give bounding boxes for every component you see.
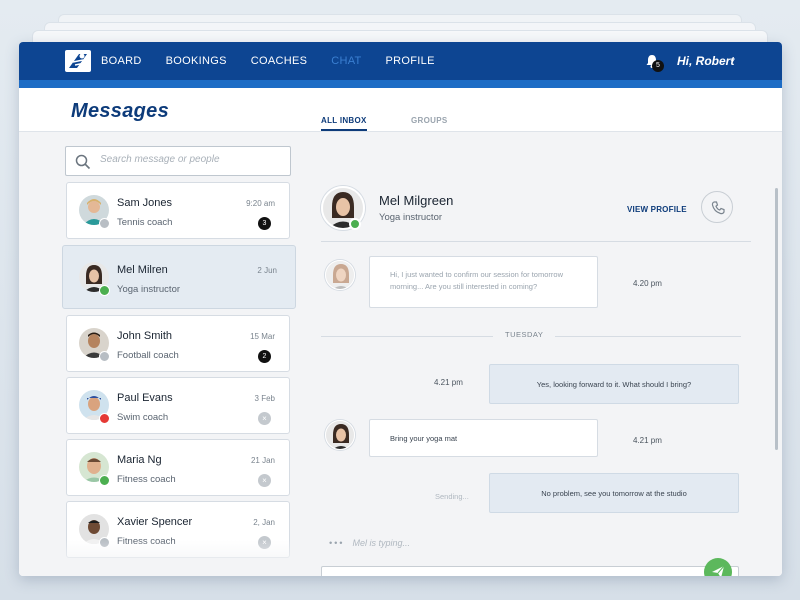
- chevron-down-icon[interactable]: ⌄: [729, 55, 736, 64]
- chat-contact-name: Mel Milgreen: [379, 193, 454, 208]
- app-window: BOARD BOOKINGS COACHES CHAT PROFILE 5 Hi…: [19, 42, 782, 576]
- list-fade-overlay: [65, 540, 291, 576]
- contact-item-john-smith[interactable]: John Smith Football coach 15 Mar 2: [66, 315, 290, 372]
- message-time: 4.20 pm: [633, 279, 662, 288]
- divider: [321, 241, 751, 242]
- message-bubble-incoming: Hi, I just wanted to confirm our session…: [369, 256, 598, 308]
- main-nav: BOARD BOOKINGS COACHES CHAT PROFILE: [101, 55, 459, 67]
- contact-time: 9:20 am: [246, 199, 275, 208]
- message-bubble-incoming: Bring your yoga mat: [369, 419, 598, 457]
- message-composer: [321, 566, 739, 576]
- avatar: [325, 420, 355, 450]
- contact-time: 3 Feb: [254, 394, 275, 403]
- nav-bookings[interactable]: BOOKINGS: [166, 55, 227, 67]
- contact-item-paul-evans[interactable]: Paul Evans Swim coach 3 Feb ×: [66, 377, 290, 434]
- typing-indicator: ••• Mel is typing...: [329, 538, 410, 548]
- contact-item-mel-milren[interactable]: Mel Milren Yoga instructor 2 Jun: [62, 245, 296, 309]
- tab-groups[interactable]: GROUPS: [411, 116, 447, 125]
- phone-call-button[interactable]: [701, 191, 733, 223]
- page-title: Messages: [71, 100, 170, 122]
- contact-time: 21 Jan: [250, 456, 275, 465]
- nav-board[interactable]: BOARD: [101, 55, 142, 67]
- contact-role: Yoga instructor: [117, 284, 181, 295]
- avatar: [325, 260, 355, 290]
- day-label: TUESDAY: [493, 330, 556, 339]
- nav-chat[interactable]: CHAT: [331, 55, 361, 67]
- typing-text: Mel is typing...: [352, 538, 410, 548]
- contact-role: Swim coach: [117, 412, 169, 423]
- search-box: [65, 146, 291, 176]
- close-icon[interactable]: ×: [258, 412, 271, 425]
- scrollbar[interactable]: [775, 188, 778, 450]
- view-profile-link[interactable]: VIEW PROFILE: [627, 205, 687, 214]
- status-indicator: [99, 413, 110, 424]
- status-indicator: [99, 285, 110, 296]
- contact-name: Paul Evans: [117, 392, 173, 404]
- contact-item-sam-jones[interactable]: Sam Jones Tennis coach 9:20 am 3: [66, 182, 290, 239]
- contact-role: Fitness coach: [117, 474, 176, 485]
- send-icon: [712, 565, 725, 576]
- camera-icon[interactable]: [330, 575, 350, 576]
- main-content: Sam Jones Tennis coach 9:20 am 3 Mel Mil…: [19, 132, 782, 576]
- chat-contact-role: Yoga instructor: [379, 212, 443, 223]
- message-time: 4.21 pm: [633, 436, 662, 445]
- status-indicator: [99, 475, 110, 486]
- unread-badge: 3: [258, 217, 271, 230]
- tab-all-inbox[interactable]: ALL INBOX: [321, 116, 367, 131]
- message-bubble-outgoing: Yes, looking forward to it. What should …: [489, 364, 739, 404]
- close-icon[interactable]: ×: [258, 474, 271, 487]
- contact-item-maria-ng[interactable]: Maria Ng Fitness coach 21 Jan ×: [66, 439, 290, 496]
- nav-coaches[interactable]: COACHES: [251, 55, 308, 67]
- search-icon: [75, 154, 91, 170]
- status-indicator: [99, 218, 110, 229]
- send-button[interactable]: [704, 558, 732, 576]
- message-bubble-outgoing: No problem, see you tomorrow at the stud…: [489, 473, 739, 513]
- sending-status: Sending...: [435, 492, 469, 501]
- accent-strip: [19, 80, 782, 88]
- page-header: Messages ALL INBOX GROUPS: [19, 88, 782, 132]
- unread-badge: 2: [258, 350, 271, 363]
- search-input[interactable]: [100, 154, 280, 165]
- contact-name: Sam Jones: [117, 197, 173, 209]
- contact-role: Football coach: [117, 350, 179, 361]
- user-greeting[interactable]: Hi, Robert: [677, 54, 734, 68]
- contact-time: 2, Jan: [253, 518, 275, 527]
- phone-icon: [711, 201, 725, 215]
- contact-time: 15 Mar: [250, 332, 275, 341]
- notification-badge: 5: [652, 60, 664, 72]
- contact-name: Xavier Spencer: [117, 516, 193, 528]
- contact-role: Tennis coach: [117, 217, 173, 228]
- contact-name: Maria Ng: [117, 454, 162, 466]
- typing-dots-icon: •••: [329, 538, 345, 548]
- contact-name: John Smith: [117, 330, 173, 342]
- message-time: 4.21 pm: [434, 378, 463, 387]
- contact-name: Mel Milren: [117, 264, 168, 276]
- top-navbar: BOARD BOOKINGS COACHES CHAT PROFILE 5 Hi…: [19, 42, 782, 80]
- status-indicator: [349, 218, 361, 230]
- contact-time: 2 Jun: [257, 266, 277, 275]
- app-logo[interactable]: [65, 50, 91, 72]
- message-input[interactable]: [358, 575, 678, 576]
- nav-profile[interactable]: PROFILE: [386, 55, 435, 67]
- status-indicator: [99, 351, 110, 362]
